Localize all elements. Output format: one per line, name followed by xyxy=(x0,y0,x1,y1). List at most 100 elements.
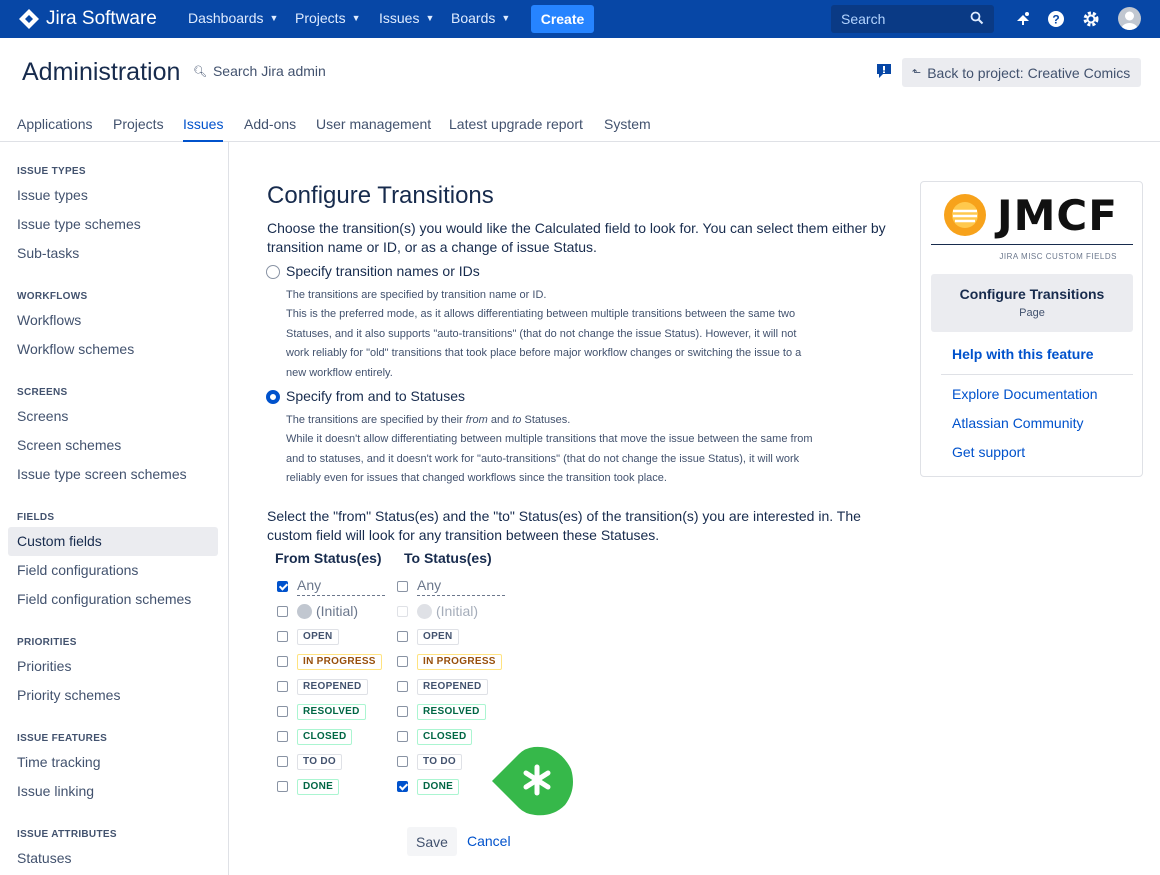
cancel-link[interactable]: Cancel xyxy=(467,833,511,849)
from-status-checkbox-closed[interactable] xyxy=(277,731,288,742)
jmcf-sun-logo-icon xyxy=(944,194,986,236)
tab-issues[interactable]: Issues xyxy=(183,116,224,142)
description-fragment: from xyxy=(465,414,488,426)
tab-applications[interactable]: Applications xyxy=(17,116,93,142)
jmcf-help-panel: JMCF JIRA MISC CUSTOM FIELDS Configure T… xyxy=(920,181,1143,477)
from-status-checkbox-in-progress[interactable] xyxy=(277,656,288,667)
nav-issues[interactable]: Issues ▼ xyxy=(379,10,434,26)
sidebar-item-sub-tasks[interactable]: Sub-tasks xyxy=(17,245,79,261)
status-lozenge-in-progress: IN PROGRESS xyxy=(297,654,382,670)
page-title: Configure Transitions xyxy=(267,182,494,209)
sidebar-item-workflows[interactable]: Workflows xyxy=(17,312,81,328)
atlassian-community-link[interactable]: Atlassian Community xyxy=(952,415,1084,431)
nav-projects[interactable]: Projects ▼ xyxy=(295,10,361,26)
feedback-icon[interactable] xyxy=(876,63,892,79)
status-lozenge-open: OPEN xyxy=(417,629,459,645)
status-lozenge-resolved: RESOLVED xyxy=(417,704,486,720)
sidebar-heading-priorities: PRIORITIES xyxy=(17,637,77,648)
search-icon: 🔍︎ xyxy=(193,65,207,78)
settings-gear-icon[interactable] xyxy=(1081,9,1101,29)
sidebar-item-custom-fields[interactable]: Custom fields xyxy=(17,533,102,549)
user-avatar[interactable] xyxy=(1118,7,1141,30)
sidebar-item-screen-schemes[interactable]: Screen schemes xyxy=(17,437,121,453)
status-lozenge-open: OPEN xyxy=(297,629,339,645)
notifications-icon[interactable] xyxy=(1013,9,1033,29)
sidebar-item-priorities[interactable]: Priorities xyxy=(17,658,71,674)
back-label: Back to project: Creative Comics xyxy=(927,64,1131,81)
description-line: work reliably for "old" transitions that… xyxy=(286,347,802,360)
jmcf-logo-text: JMCF xyxy=(997,190,1118,240)
nav-dashboards[interactable]: Dashboards ▼ xyxy=(188,10,278,26)
get-support-link[interactable]: Get support xyxy=(952,444,1025,460)
sidebar-item-time-tracking[interactable]: Time tracking xyxy=(17,754,101,770)
sidebar-item-statuses[interactable]: Statuses xyxy=(17,850,71,866)
to-status-checkbox-reopened[interactable] xyxy=(397,681,408,692)
tab-user-management[interactable]: User management xyxy=(316,116,431,142)
option-from-to-statuses-label[interactable]: Specify from and to Statuses xyxy=(286,388,465,404)
sidebar-item-field-configuration-schemes[interactable]: Field configuration schemes xyxy=(17,591,191,607)
help-with-feature-link[interactable]: Help with this feature xyxy=(952,346,1094,362)
nav-boards[interactable]: Boards ▼ xyxy=(451,10,510,26)
nav-label: Dashboards xyxy=(188,10,264,26)
from-status-checkbox-reopened[interactable] xyxy=(277,681,288,692)
sidebar-item-issue-type-schemes[interactable]: Issue type schemes xyxy=(17,216,141,232)
current-page-title: Configure Transitions xyxy=(959,286,1105,302)
sidebar-item-field-configurations[interactable]: Field configurations xyxy=(17,562,138,578)
jira-logo[interactable]: Jira Software xyxy=(18,8,157,30)
to-status-checkbox-open[interactable] xyxy=(397,631,408,642)
sidebar-item-issue-types[interactable]: Issue types xyxy=(17,187,88,203)
to-initial-checkbox xyxy=(397,606,408,617)
initial-label: (Initial) xyxy=(316,603,359,619)
option-transition-names-label[interactable]: Specify transition names or IDs xyxy=(286,263,480,279)
from-status-checkbox-open[interactable] xyxy=(277,631,288,642)
from-status-checkbox-to-do[interactable] xyxy=(277,756,288,767)
sidebar-heading-issue-attributes: ISSUE ATTRIBUTES xyxy=(17,829,117,840)
sidebar-item-workflow-schemes[interactable]: Workflow schemes xyxy=(17,341,134,357)
to-status-checkbox-to-do[interactable] xyxy=(397,756,408,767)
description-line: reliably even for issues that changed wo… xyxy=(286,472,667,485)
status-lozenge-closed: CLOSED xyxy=(297,729,353,745)
from-initial-status: (Initial) xyxy=(297,603,358,619)
sidebar-heading-issue-features: ISSUE FEATURES xyxy=(17,733,108,744)
tab-latest-upgrade-report[interactable]: Latest upgrade report xyxy=(449,116,583,142)
asterisk-badge-icon xyxy=(492,746,573,816)
tab-add-ons[interactable]: Add-ons xyxy=(244,116,296,142)
tab-system[interactable]: System xyxy=(604,116,651,142)
description-line: The transitions are specified by their f… xyxy=(286,411,881,430)
sidebar-item-issue-linking[interactable]: Issue linking xyxy=(17,783,94,799)
from-any-label: Any xyxy=(297,577,385,596)
from-status-checkbox-resolved[interactable] xyxy=(277,706,288,717)
to-status-checkbox-closed[interactable] xyxy=(397,731,408,742)
chevron-down-icon: ▼ xyxy=(351,13,361,23)
to-status-checkbox-resolved[interactable] xyxy=(397,706,408,717)
to-status-checkbox-done[interactable] xyxy=(397,781,408,792)
intro-text: Choose the transition(s) you would like … xyxy=(267,220,886,255)
admin-search-link[interactable]: 🔍︎ Search Jira admin xyxy=(193,63,326,79)
sidebar-heading-issue-types: ISSUE TYPES xyxy=(17,166,86,177)
save-button[interactable]: Save xyxy=(407,827,457,856)
chevron-down-icon: ▼ xyxy=(501,13,511,23)
jira-logo-icon xyxy=(19,9,39,29)
from-any-checkbox[interactable] xyxy=(277,581,288,592)
nav-label: Issues xyxy=(379,10,420,26)
sidebar-item-priority-schemes[interactable]: Priority schemes xyxy=(17,687,120,703)
jmcf-logo: JMCF xyxy=(943,190,1123,240)
help-icon[interactable]: ? xyxy=(1046,9,1066,29)
to-statuses-heading: To Status(es) xyxy=(404,550,492,566)
from-status-checkbox-done[interactable] xyxy=(277,781,288,792)
explore-documentation-link[interactable]: Explore Documentation xyxy=(952,386,1098,402)
initial-label: (Initial) xyxy=(436,603,479,619)
radio-from-to-statuses[interactable] xyxy=(266,390,280,404)
to-status-checkbox-in-progress[interactable] xyxy=(397,656,408,667)
from-initial-checkbox[interactable] xyxy=(277,606,288,617)
tab-projects[interactable]: Projects xyxy=(113,116,164,142)
sidebar-item-issue-type-screen-schemes[interactable]: Issue type screen schemes xyxy=(17,466,187,482)
to-any-checkbox[interactable] xyxy=(397,581,408,592)
back-to-project-button[interactable]: ⬑ Back to project: Creative Comics xyxy=(902,58,1141,87)
search-icon xyxy=(970,11,984,25)
create-button[interactable]: Create xyxy=(531,5,594,33)
radio-transition-names[interactable] xyxy=(266,265,280,279)
search-input[interactable]: Search xyxy=(831,5,994,33)
sidebar-item-screens[interactable]: Screens xyxy=(17,408,68,424)
chevron-down-icon: ▼ xyxy=(425,13,435,23)
